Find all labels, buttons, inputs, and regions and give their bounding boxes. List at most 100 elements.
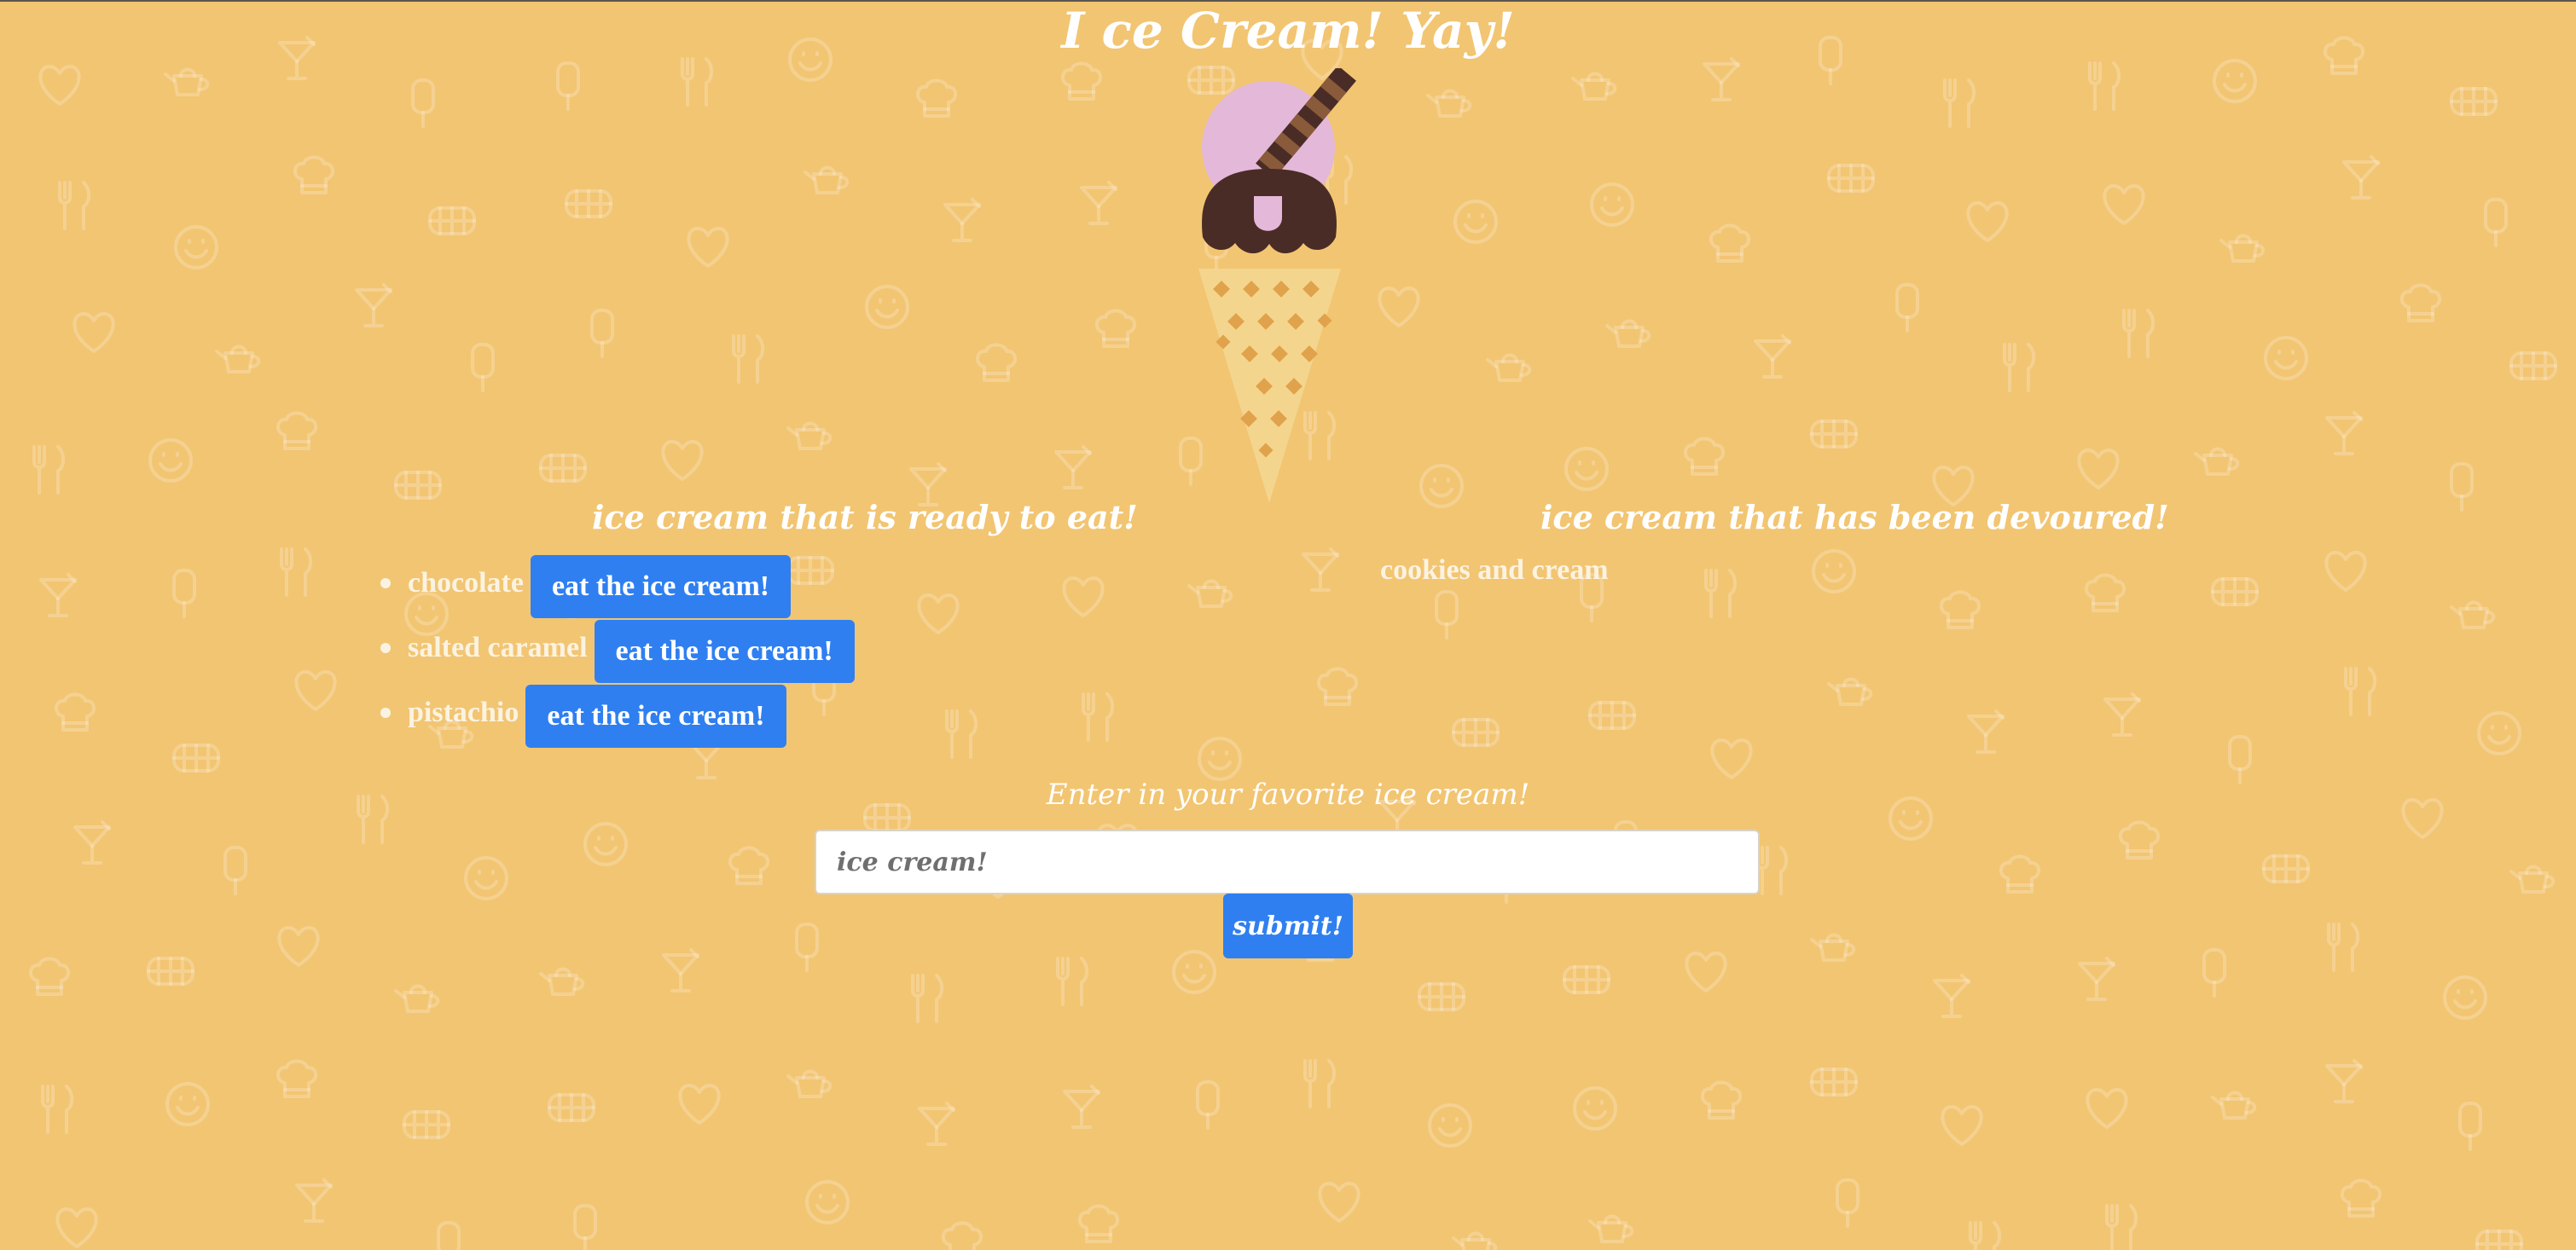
fork-knife-icon	[911, 974, 943, 1023]
sandwich-icon	[147, 957, 194, 986]
chef-hat-icon	[1061, 61, 1102, 101]
smiley-icon	[464, 856, 508, 900]
heart-icon	[277, 926, 320, 967]
submit-button[interactable]: submit!	[1223, 894, 1353, 958]
cocktail-icon	[1080, 181, 1117, 225]
fork-knife-icon	[2105, 1204, 2138, 1250]
sandwich-icon	[403, 1110, 450, 1139]
chef-hat-icon	[976, 343, 1017, 382]
bullet-icon	[380, 578, 391, 588]
sandwich-icon	[2475, 1230, 2523, 1250]
cocktail-icon	[1703, 57, 1740, 101]
teapot-icon	[2450, 600, 2496, 629]
heart-icon	[1966, 201, 2009, 242]
heart-icon	[1685, 952, 1727, 992]
heart-icon	[2077, 448, 2120, 489]
teapot-icon	[2194, 447, 2240, 476]
popsicle-icon	[223, 846, 247, 895]
teapot-icon	[1810, 933, 1856, 962]
heart-icon	[1062, 576, 1105, 617]
fork-knife-icon	[1755, 846, 1788, 895]
popsicle-icon	[471, 343, 495, 392]
teapot-icon	[786, 421, 833, 450]
cocktail-icon	[1754, 334, 1791, 379]
flavor-input[interactable]	[815, 830, 1760, 894]
fork-knife-icon	[41, 1085, 73, 1134]
popsicle-icon	[2450, 462, 2474, 512]
fork-knife-icon	[2122, 309, 2155, 358]
cocktail-icon	[943, 198, 981, 242]
popsicle-icon	[795, 923, 819, 972]
smiley-icon	[2443, 975, 2487, 1020]
fork-knife-icon	[2003, 343, 2035, 392]
flavor-name: chocolate	[408, 567, 524, 599]
devoured-list: cookies and cream	[1380, 554, 1609, 593]
cocktail-icon	[355, 283, 392, 327]
bullet-icon	[380, 643, 391, 653]
fork-knife-icon	[681, 57, 713, 107]
smiley-icon	[1590, 182, 1634, 227]
chef-hat-icon	[1709, 223, 1750, 263]
teapot-icon	[1571, 72, 1617, 101]
teapot-icon	[539, 967, 585, 996]
heart-icon	[917, 593, 960, 634]
ready-to-eat-list: chocolate eat the ice cream! salted cara…	[380, 551, 855, 748]
sandwich-icon	[428, 206, 476, 235]
heart-icon	[55, 1207, 98, 1248]
fork-knife-icon	[1082, 692, 1114, 742]
bullet-icon	[380, 708, 391, 718]
sandwich-icon	[548, 1093, 595, 1122]
smiley-icon	[583, 822, 628, 866]
smiley-icon	[148, 438, 193, 483]
popsicle-icon	[437, 1221, 461, 1250]
cocktail-icon	[1933, 974, 1970, 1018]
heart-icon	[678, 1084, 721, 1125]
teapot-icon	[215, 344, 261, 373]
smiley-icon	[1564, 447, 1609, 491]
ready-to-eat-heading: ice cream that is ready to eat!	[592, 498, 1138, 536]
sandwich-icon	[539, 454, 587, 483]
eat-button[interactable]: eat the ice cream!	[530, 555, 792, 618]
teapot-icon	[1486, 353, 1532, 382]
chef-hat-icon	[1999, 854, 2040, 894]
chef-hat-icon	[1317, 667, 1358, 706]
smiley-icon	[1172, 950, 1216, 994]
cocktail-icon	[918, 1102, 955, 1146]
sandwich-icon	[1827, 164, 1875, 193]
sandwich-icon	[172, 744, 220, 773]
chef-hat-icon	[2085, 573, 2126, 612]
cocktail-icon	[1302, 547, 1339, 592]
smiley-icon	[1419, 464, 1464, 508]
chef-hat-icon	[916, 78, 957, 118]
smiley-icon	[1812, 549, 1856, 593]
popsicle-icon	[411, 78, 435, 128]
fork-knife-icon	[280, 547, 312, 597]
teapot-icon	[1605, 319, 1651, 348]
devoured-item: cookies and cream	[1380, 554, 1609, 586]
cocktail-icon	[1054, 445, 1092, 489]
chef-hat-icon	[728, 846, 769, 885]
sandwich-icon	[1810, 1068, 1858, 1097]
smiley-icon	[174, 225, 218, 269]
cocktail-icon	[1063, 1085, 1100, 1129]
eat-button[interactable]: eat the ice cream!	[594, 620, 855, 683]
chef-hat-icon	[29, 957, 70, 996]
teapot-icon	[1426, 89, 1472, 118]
smiley-icon	[2213, 59, 2257, 103]
teapot-icon	[164, 67, 210, 96]
popsicle-icon	[590, 309, 614, 358]
fork-knife-icon	[1704, 569, 1737, 618]
smiley-icon	[805, 1180, 850, 1224]
heart-icon	[38, 65, 81, 106]
fork-knife-icon	[32, 445, 65, 495]
fork-knife-icon	[1056, 957, 1088, 1006]
sandwich-icon	[1810, 420, 1858, 448]
fork-knife-icon	[2088, 61, 2121, 111]
heart-icon	[2086, 1088, 2128, 1129]
smiley-icon	[165, 1082, 210, 1126]
eat-button[interactable]: eat the ice cream!	[525, 685, 786, 748]
popsicle-icon	[1895, 283, 1919, 333]
fork-knife-icon	[58, 181, 90, 230]
chef-hat-icon	[2341, 1178, 2382, 1218]
cocktail-icon	[2103, 692, 2141, 737]
